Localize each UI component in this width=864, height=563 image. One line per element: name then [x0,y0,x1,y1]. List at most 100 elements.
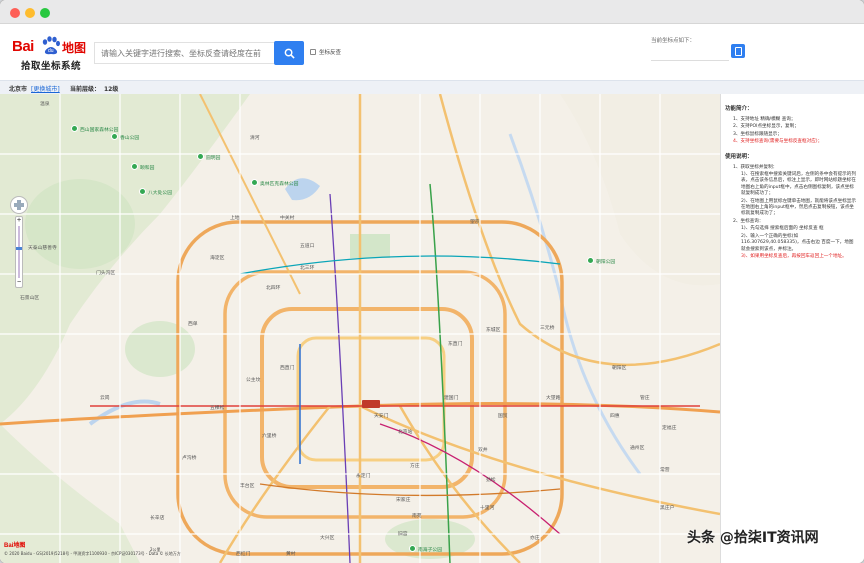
checkbox-box[interactable] [310,49,316,55]
map-label[interactable]: 通州区 [630,444,644,451]
zoom-track[interactable] [18,226,20,278]
park-poi-icon[interactable] [71,125,78,132]
map-canvas[interactable]: + − 温泉 西山国家森林公园 香山公园 八大处公园 天泰山慈善寺 门头沟区 石景山区 西单北… [0,94,720,563]
map-navigation-control[interactable]: + − [10,196,28,292]
map-label[interactable]: 四惠 [610,412,620,419]
map-label[interactable]: 大兴区 [320,534,334,541]
search-input[interactable] [94,42,274,64]
map-label[interactable]: 三元桥 [540,324,554,331]
close-window-button[interactable] [10,8,20,18]
park-poi-icon[interactable] [139,188,146,195]
map-label[interactable]: 建国门 [444,394,458,401]
map-label[interactable]: 西红门 [236,550,250,557]
reverse-lookup-label: 坐标反查 [319,50,342,56]
usage-step-title: 2、坐标查询： [733,218,764,224]
map-label[interactable]: 永定门 [356,472,370,479]
park-poi-icon[interactable] [197,153,204,160]
switch-city-link[interactable]: [更换城市] [31,84,60,93]
map-label[interactable]: 石景山区 [20,294,39,301]
map-label[interactable]: 西单 [188,320,198,327]
search-button[interactable] [274,41,304,65]
map-label[interactable]: 朝阳公园 [596,258,615,265]
map-label[interactable]: 温泉 [40,100,50,107]
map-label[interactable]: 天安门 [374,412,388,419]
park-poi-icon[interactable] [587,257,594,264]
zoom-out-button[interactable]: − [16,279,22,287]
map-label[interactable]: 云岗 [100,394,110,401]
map-label[interactable]: 劲松 [486,476,496,483]
map-label[interactable]: 定福庄 [662,424,676,431]
map-label[interactable]: 十里河 [480,504,494,511]
coord-label: 当前坐标点如下： [651,38,696,44]
page-header: Bai du 地图 拾取坐标系统 坐标反查 当前坐标点如下： [0,24,864,80]
baidu-map-watermark-logo: Bai地图 [4,543,26,549]
map-label[interactable]: 香山公园 [120,134,139,141]
map-label[interactable]: 北三环 [300,264,314,271]
map-label[interactable]: 旧宫 [398,530,408,537]
map-label[interactable]: 国贸 [498,412,508,419]
map-label[interactable]: 奥林匹克森林公园 [260,180,298,187]
map-label[interactable]: 门头沟区 [96,269,115,276]
map-label[interactable]: 双井 [478,446,488,453]
maximize-window-button[interactable] [40,8,50,18]
map-label[interactable]: 望京 [470,218,480,225]
map-label[interactable]: 常营 [660,466,670,473]
map-label[interactable]: 南苑 [412,512,422,519]
map-label[interactable]: 东直门 [448,340,462,347]
map-label[interactable]: 丰台区 [240,482,254,489]
park-poi-icon[interactable] [251,179,258,186]
map-label[interactable]: 六里桥 [262,432,276,439]
titlebar [0,0,864,24]
park-poi-icon[interactable] [111,133,118,140]
pan-control[interactable] [10,196,28,214]
zoom-in-button[interactable]: + [16,217,22,224]
map-label[interactable]: 南海子公园 [418,546,442,553]
map-label[interactable]: 五棵松 [210,404,224,411]
map-label[interactable]: 西直门 [280,364,294,371]
map-label[interactable]: 中关村 [280,214,294,221]
map-label[interactable]: 五道口 [300,242,314,249]
map-label[interactable]: 圆明园 [206,154,220,161]
zoom-level-label: 当前层级： [70,86,101,93]
zoom-knob[interactable] [16,247,22,250]
copy-coord-button[interactable] [731,44,745,58]
map-roads [0,94,720,563]
map-label[interactable]: 大望路 [546,394,560,401]
map-label[interactable]: 亦庄 [530,534,540,541]
map-label[interactable]: 东城区 [486,326,500,333]
usage-step-item: 1)、先勾选择 搜索框后面的 坐标反查 框 [741,226,824,232]
map-label[interactable]: 天泰山慈善寺 [28,244,57,251]
usage-step-item: 3)、如果用坐标反查后，再按回车返回上一个地址。 [741,253,847,259]
park-poi-icon[interactable] [409,545,416,552]
map-label[interactable]: 清河 [250,134,260,141]
park-poi-icon[interactable] [131,163,138,170]
map-label[interactable]: 北四环 [266,284,280,291]
zoom-slider[interactable]: + − [15,216,23,288]
map-label[interactable]: 北京站 [398,428,412,435]
map-label[interactable]: 朝阳区 [612,364,626,371]
map-label[interactable]: 八大处公园 [148,189,172,196]
logo-map-text: 地图 [62,41,87,55]
map-label[interactable]: 长辛店 [150,514,164,521]
map-label[interactable]: 管庄 [640,394,650,401]
reverse-lookup-checkbox[interactable]: 坐标反查 [310,48,341,56]
feature-item: 3、坐标鼠标跟随显示； [733,131,782,137]
coord-output-field[interactable] [651,45,729,61]
minimize-window-button[interactable] [25,8,35,18]
map-label[interactable]: 方庄 [410,462,420,469]
search-icon [284,48,295,59]
map-label[interactable]: 宋家庄 [396,496,410,503]
features-list: 1、支持地址 精确/模糊 查询； 2、支持POI点坐标显示，复制； 3、坐标鼠标… [725,117,858,146]
map-label[interactable]: 颐和园 [140,164,154,171]
map-label[interactable]: 西山国家森林公园 [80,126,118,133]
map-label[interactable]: 公主坟 [246,376,260,383]
toutiao-watermark: 头条 @拾柒IT资讯网 [687,530,819,546]
baidu-map-logo[interactable]: Bai du 地图 拾取坐标系统 [12,36,92,72]
map-label[interactable]: 卢沟桥 [182,454,196,461]
usage-step-item: 1)、在搜索框中搜索关键词后，左侧的条中会有提示的列表，点击该条信息后，标注上显… [741,172,856,197]
map-label[interactable]: 黑庄户 [660,504,674,511]
map-label[interactable]: 上地 [230,214,240,221]
map-label[interactable]: 海淀区 [210,254,224,261]
feature-item: 2、支持POI点坐标显示，复制； [733,124,799,130]
map-label[interactable]: 黄村 [286,550,296,557]
